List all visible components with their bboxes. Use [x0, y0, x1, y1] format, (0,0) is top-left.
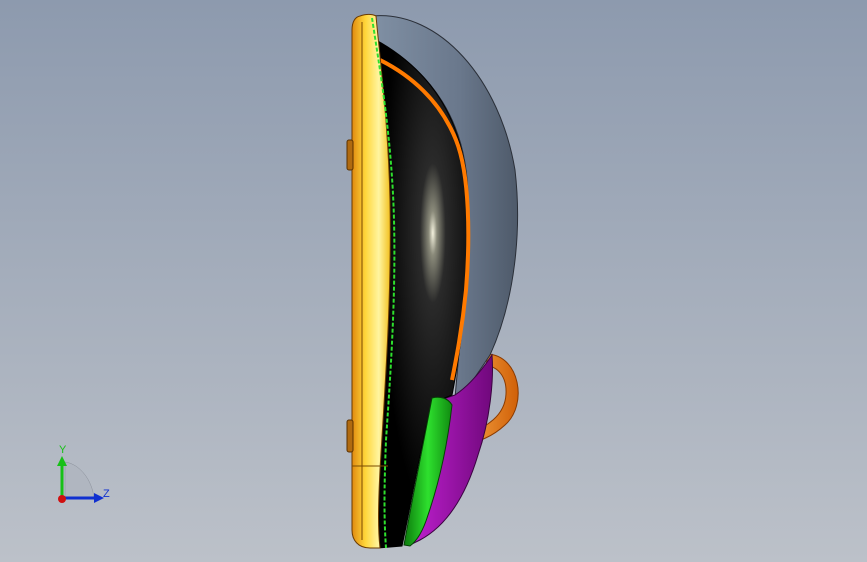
triad-plane — [64, 461, 95, 499]
y-axis-arrow — [57, 456, 67, 466]
orientation-triad: Y Z — [40, 440, 130, 520]
3d-viewport[interactable]: Y Z — [0, 0, 867, 562]
side-bump-top — [346, 139, 354, 171]
y-axis-label: Y — [59, 444, 67, 456]
model-canvas[interactable] — [0, 0, 867, 562]
x-axis-dot — [58, 495, 66, 503]
z-axis-label: Z — [103, 488, 110, 500]
side-bump-bottom — [346, 419, 354, 453]
